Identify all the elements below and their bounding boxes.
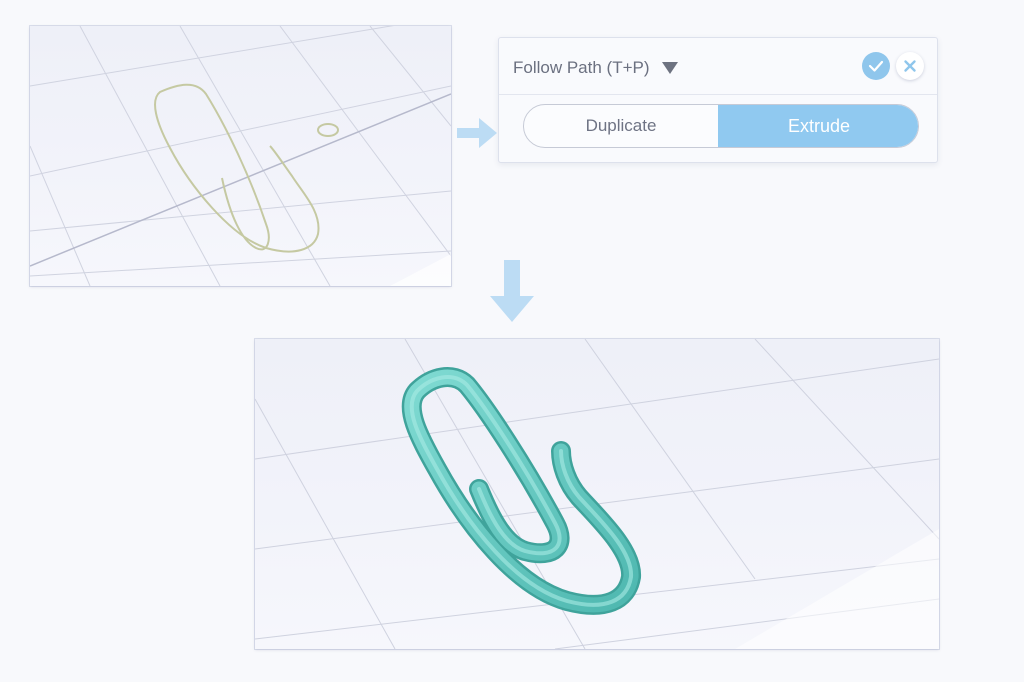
grid-canvas: [30, 26, 451, 286]
confirm-button[interactable]: [862, 52, 890, 80]
duplicate-option[interactable]: Duplicate: [524, 105, 718, 147]
paperclip-path[interactable]: [154, 83, 339, 253]
cancel-button[interactable]: [896, 52, 924, 80]
extruded-paperclip[interactable]: [401, 367, 641, 615]
grid-canvas: [255, 339, 939, 649]
mode-toggle: Duplicate Extrude: [523, 104, 919, 148]
viewport-path-preview[interactable]: [30, 26, 451, 286]
viewport-extrude-result[interactable]: [255, 339, 939, 649]
extrude-option[interactable]: Extrude: [718, 105, 918, 147]
follow-path-panel: Follow Path (T+P) Duplicate Extrude: [498, 37, 938, 163]
close-icon: [904, 60, 916, 72]
arrow-right-icon: [457, 118, 497, 148]
panel-header: Follow Path (T+P): [499, 38, 937, 95]
panel-title: Follow Path (T+P): [513, 58, 650, 77]
arrow-down-icon: [490, 260, 534, 322]
check-icon: [868, 60, 884, 72]
dropdown-caret-icon[interactable]: [662, 62, 678, 74]
